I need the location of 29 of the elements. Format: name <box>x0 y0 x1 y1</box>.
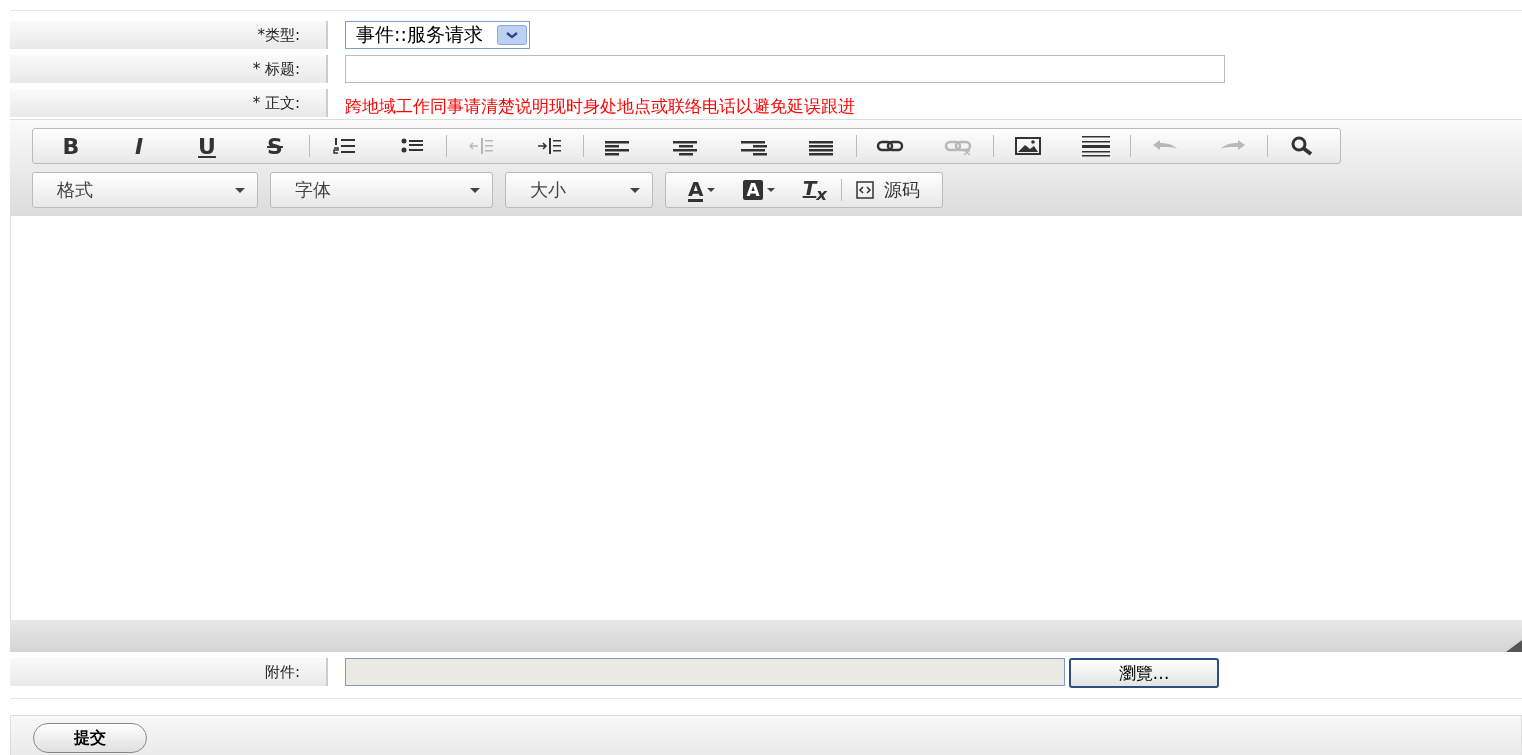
code-icon <box>856 181 875 199</box>
editor-dropdown[interactable]: 大小 <box>505 172 653 208</box>
hint-text: 跨地域工作同事请清楚说明现时身处地点或联络电话以避免延误跟进 <box>345 95 855 118</box>
field-label: * 正文: <box>10 89 328 117</box>
text-color-button[interactable]: A <box>674 174 730 206</box>
caret-icon <box>235 187 245 193</box>
field-label: * 标题: <box>10 55 328 83</box>
caret-icon <box>766 188 775 192</box>
italic-button[interactable]: I <box>105 130 173 162</box>
title-input[interactable] <box>345 55 1225 83</box>
background-color-button[interactable]: A <box>729 174 789 206</box>
bold-button[interactable]: B <box>37 130 105 162</box>
source-button[interactable]: 源码 <box>842 174 935 206</box>
field-label: 附件: <box>10 658 328 686</box>
resize-handle-icon[interactable] <box>1506 640 1522 652</box>
caret-icon <box>630 187 640 193</box>
file-path-field[interactable] <box>345 658 1065 686</box>
horizontal-rule-icon <box>1079 135 1113 157</box>
type-select[interactable]: 事件::服务请求 <box>345 21 530 49</box>
browse-button[interactable]: 瀏覽… <box>1069 658 1219 688</box>
editor-dropdown[interactable]: 字体 <box>270 172 493 208</box>
underline-button[interactable]: U <box>173 130 241 162</box>
remove-format-button[interactable]: T$_{x}$ <box>788 174 842 206</box>
editor-dropdown[interactable]: 格式 <box>32 172 258 208</box>
field-label: *类型: <box>10 21 328 49</box>
submit-button[interactable]: 提交 <box>33 723 147 753</box>
caret-icon <box>470 187 480 193</box>
strike-button[interactable]: S <box>241 130 309 162</box>
caret-icon <box>707 188 716 192</box>
